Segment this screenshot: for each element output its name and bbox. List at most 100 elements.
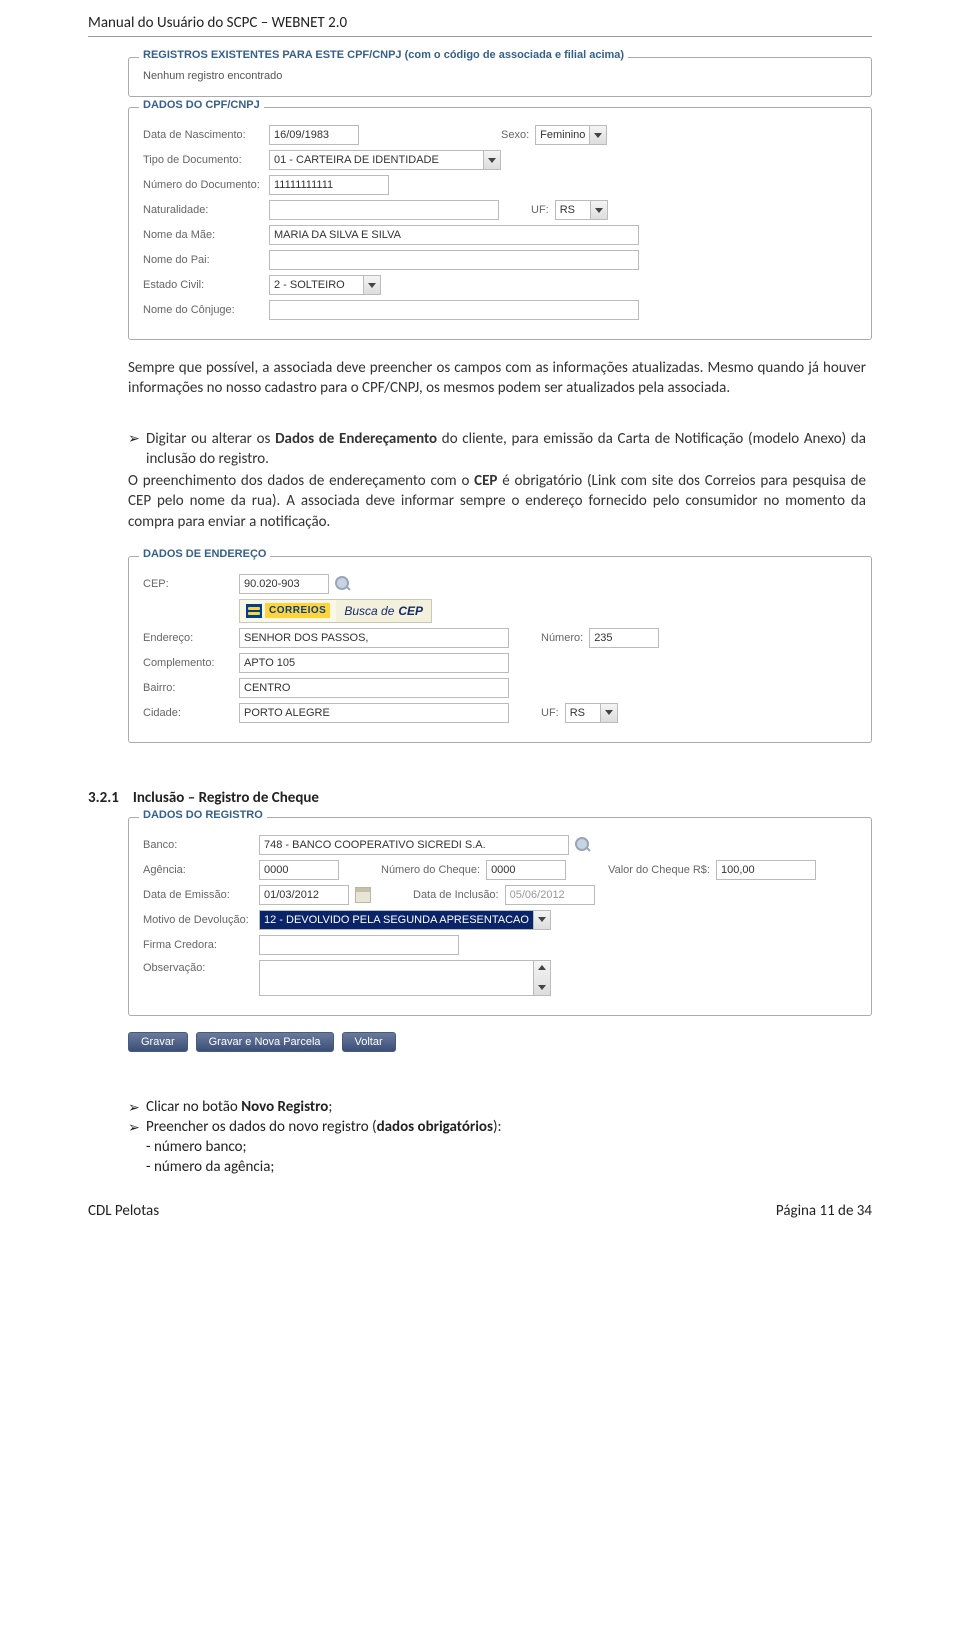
label-observacao: Observação:	[143, 960, 253, 974]
chevron-down-icon	[533, 911, 550, 929]
input-cep[interactable]	[239, 574, 329, 594]
footer-right: Página 11 de 34	[776, 1202, 872, 1220]
doc-title: Manual do Usuário do SCPC – WEBNET 2.0	[88, 14, 872, 32]
label-naturalidade: Naturalidade:	[143, 204, 263, 216]
input-data-emissao[interactable]	[259, 885, 349, 905]
select-sexo[interactable]: Feminino	[535, 125, 607, 145]
input-numero-cheque[interactable]	[486, 860, 566, 880]
input-data-nascimento[interactable]	[269, 125, 359, 145]
label-nome-mae: Nome da Mãe:	[143, 229, 263, 241]
input-nome-conjuge[interactable]	[269, 300, 639, 320]
correios-logo-text: CORREIOS	[265, 603, 330, 618]
instruction-item: Clicar no botão Novo Registro;	[128, 1098, 866, 1116]
label-data-emissao: Data de Emissão:	[143, 889, 253, 901]
input-numero[interactable]	[589, 628, 659, 648]
gravar-button[interactable]: Gravar	[128, 1032, 188, 1052]
label-motivo-devolucao: Motivo de Devolução:	[143, 914, 253, 926]
chevron-down-icon	[590, 201, 607, 219]
correios-logo-icon	[246, 604, 262, 618]
page-footer: CDL Pelotas Página 11 de 34	[0, 1178, 960, 1220]
panel-legend: REGISTROS EXISTENTES PARA ESTE CPF/CNPJ …	[139, 49, 628, 61]
label-numero-cheque: Número do Cheque:	[381, 864, 480, 876]
label-numero: Número:	[541, 632, 583, 644]
calendar-icon[interactable]	[355, 887, 371, 903]
input-cidade[interactable]	[239, 703, 509, 723]
select-uf[interactable]: RS	[555, 200, 608, 220]
paragraph: O preenchimento dos dados de endereçamen…	[128, 471, 866, 532]
no-records-msg: Nenhum registro encontrado	[143, 70, 857, 82]
panel-legend: DADOS DO CPF/CNPJ	[139, 99, 264, 111]
chevron-down-icon	[589, 126, 606, 144]
scroll-down-icon[interactable]	[534, 981, 550, 995]
label-cep: CEP:	[143, 578, 233, 590]
select-motivo-devolucao[interactable]: 12 - DEVOLVIDO PELA SEGUNDA APRESENTACAO	[259, 910, 551, 930]
chevron-down-icon	[363, 276, 380, 294]
label-uf: UF:	[531, 204, 549, 216]
panel-legend: DADOS DE ENDEREÇO	[139, 548, 270, 560]
instruction-subitem: - número banco;	[128, 1138, 866, 1156]
scroll-up-icon[interactable]	[534, 961, 550, 975]
select-value: 01 - CARTEIRA DE IDENTIDADE	[270, 154, 443, 166]
input-nome-pai[interactable]	[269, 250, 639, 270]
voltar-button[interactable]: Voltar	[342, 1032, 396, 1052]
gravar-nova-parcela-button[interactable]: Gravar e Nova Parcela	[196, 1032, 334, 1052]
select-uf-endereco[interactable]: RS	[565, 703, 618, 723]
label-valor-cheque: Valor do Cheque R$:	[608, 864, 710, 876]
chevron-down-icon	[600, 704, 617, 722]
label-cidade: Cidade:	[143, 707, 233, 719]
section-heading: 3.2.1Inclusão – Registro de Cheque	[88, 789, 872, 807]
instruction-subitem: - número da agência;	[128, 1158, 866, 1176]
correios-cep-link[interactable]: CORREIOS Busca de CEP	[239, 599, 432, 623]
input-agencia[interactable]	[259, 860, 339, 880]
input-data-inclusao	[505, 885, 595, 905]
document-page: Manual do Usuário do SCPC – WEBNET 2.0 R…	[0, 0, 960, 1280]
label-numero-documento: Número do Documento:	[143, 179, 263, 191]
search-icon[interactable]	[335, 576, 351, 592]
bullet-item: Digitar ou alterar os Dados de Endereçam…	[128, 429, 866, 470]
label-firma-credora: Firma Credora:	[143, 939, 253, 951]
input-nome-mae[interactable]	[269, 225, 639, 245]
paragraph: Sempre que possível, a associada deve pr…	[88, 358, 872, 399]
label-bairro: Bairro:	[143, 682, 233, 694]
select-value: RS	[566, 707, 600, 719]
input-valor-cheque[interactable]	[716, 860, 816, 880]
panel-cpf-cnpj: DADOS DO CPF/CNPJ Data de Nascimento: Se…	[128, 107, 872, 340]
panel-endereco: DADOS DE ENDEREÇO CEP: CORREIOS Busca de…	[128, 556, 872, 743]
button-row: Gravar Gravar e Nova Parcela Voltar	[128, 1032, 872, 1052]
label-estado-civil: Estado Civil:	[143, 279, 263, 291]
select-tipo-documento[interactable]: 01 - CARTEIRA DE IDENTIDADE	[269, 150, 501, 170]
input-firma-credora[interactable]	[259, 935, 459, 955]
label-endereco: Endereço:	[143, 632, 233, 644]
label-nome-pai: Nome do Pai:	[143, 254, 263, 266]
select-estado-civil[interactable]: 2 - SOLTEIRO	[269, 275, 381, 295]
scrollbar[interactable]	[533, 961, 550, 995]
chevron-down-icon	[483, 151, 500, 169]
label-uf: UF:	[541, 707, 559, 719]
panel-registro: DADOS DO REGISTRO Banco: Agência: Número…	[128, 817, 872, 1016]
select-value: 12 - DEVOLVIDO PELA SEGUNDA APRESENTACAO	[260, 914, 533, 926]
input-bairro[interactable]	[239, 678, 509, 698]
label-complemento: Complemento:	[143, 657, 233, 669]
search-icon[interactable]	[575, 837, 591, 853]
input-numero-documento[interactable]	[269, 175, 389, 195]
instruction-list: Clicar no botão Novo Registro; Preencher…	[128, 1098, 866, 1136]
page-header: Manual do Usuário do SCPC – WEBNET 2.0	[0, 0, 960, 37]
header-rule	[88, 36, 872, 37]
input-complemento[interactable]	[239, 653, 509, 673]
select-value: 2 - SOLTEIRO	[270, 279, 349, 291]
input-banco[interactable]	[259, 835, 569, 855]
label-sexo: Sexo:	[501, 129, 529, 141]
select-value: Feminino	[536, 129, 589, 141]
label-data-inclusao: Data de Inclusão:	[413, 889, 499, 901]
label-data-nascimento: Data de Nascimento:	[143, 129, 263, 141]
panel-registros: REGISTROS EXISTENTES PARA ESTE CPF/CNPJ …	[128, 57, 872, 97]
label-banco: Banco:	[143, 839, 253, 851]
instruction-item: Preencher os dados do novo registro (dad…	[128, 1118, 866, 1136]
select-value: RS	[556, 204, 590, 216]
textarea-observacao[interactable]	[259, 960, 551, 996]
footer-left: CDL Pelotas	[88, 1202, 159, 1220]
input-naturalidade[interactable]	[269, 200, 499, 220]
label-agencia: Agência:	[143, 864, 253, 876]
input-endereco[interactable]	[239, 628, 509, 648]
label-nome-conjuge: Nome do Cônjuge:	[143, 304, 263, 316]
